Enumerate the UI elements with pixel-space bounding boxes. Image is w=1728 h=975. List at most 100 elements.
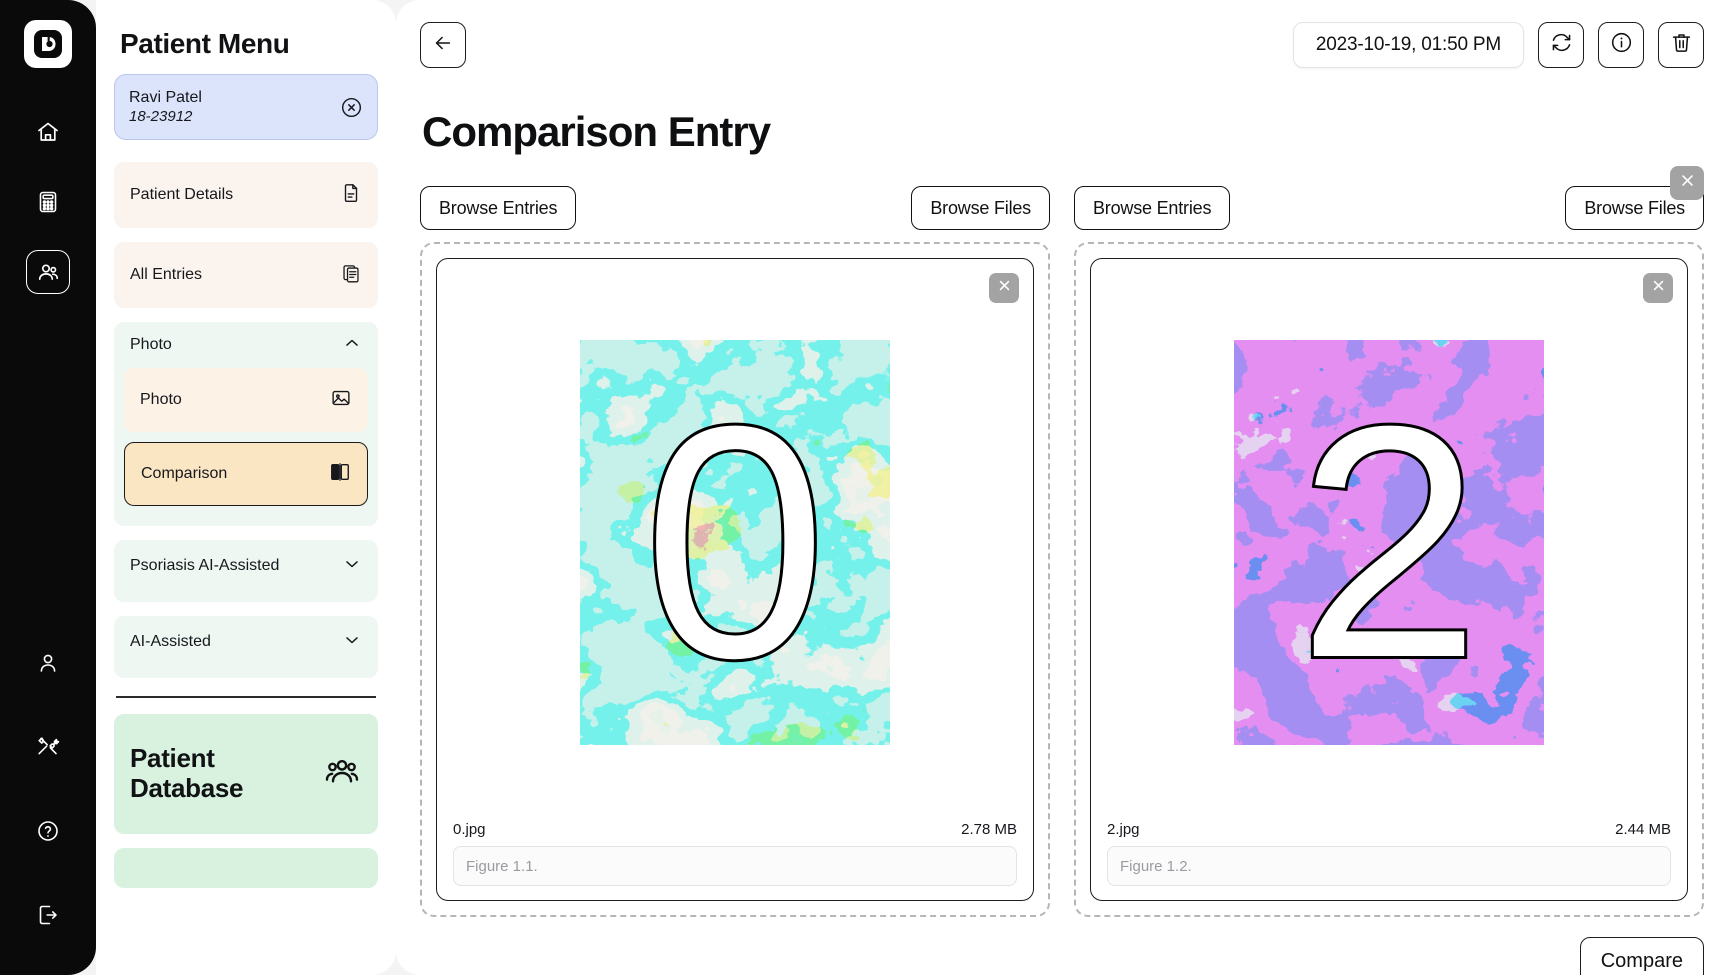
header-actions: 2023-10-19, 01:50 PM [1292,22,1704,68]
close-icon [1678,171,1697,195]
patient-database-label-line2: Database [130,772,244,803]
comparison-panel-left: Browse Entries Browse Files 0 0.jpg 2.78… [420,186,1050,917]
sidebar-group-ai-assisted-header[interactable]: AI-Assisted [114,616,378,668]
compare-action-area: Compare [1579,937,1704,975]
sidebar-group-psoriasis-ai-header[interactable]: Psoriasis AI-Assisted [114,540,378,592]
rail-top-items [26,110,70,294]
comparison-panel-right: Browse Entries Browse Files 2 2.jpg 2.44… [1074,186,1704,917]
home-icon [36,120,60,144]
sidebar-group-ai-assisted: AI-Assisted [114,616,378,678]
patient-identity: Ravi Patel 18-23912 [129,88,202,127]
back-button[interactable] [420,22,466,68]
info-button[interactable] [1598,22,1644,68]
browse-entries-button[interactable]: Browse Entries [420,186,577,230]
app-logo-d-icon[interactable] [24,20,72,68]
rail-item-home[interactable] [26,110,70,154]
rail-bottom-items [26,641,70,937]
refresh-icon [1550,31,1573,59]
file-name: 2.jpg [1107,821,1140,838]
sidebar-item-label: All Entries [130,266,203,283]
comparison-columns: Browse Entries Browse Files 0 0.jpg 2.78… [420,186,1704,917]
file-card: 0 0.jpg 2.78 MB Figure 1.1. [436,258,1034,901]
rail-item-tools[interactable] [26,725,70,769]
browse-files-button[interactable]: Browse Files [911,186,1050,230]
sidebar-item-label: Comparison [141,465,228,482]
chevron-down-icon [342,554,362,579]
remove-file-button[interactable] [1643,273,1673,303]
sidebar-group-label: Photo [130,336,172,353]
image-glyph: 0 [640,357,830,726]
close-comparison-button[interactable] [1670,166,1704,200]
panel-right-dropzone[interactable]: 2 2.jpg 2.44 MB Figure 1.2. [1074,242,1704,917]
file-preview-area: 0 [453,273,1017,811]
sidebar-item-comparison[interactable]: Comparison [124,442,368,506]
close-icon [1650,277,1667,299]
trash-icon [1670,31,1693,59]
image-thumbnail[interactable]: 2 [1234,339,1544,745]
sidebar-item-photo[interactable]: Photo [124,368,368,432]
question-circle-icon [36,819,60,843]
document-icon [340,182,362,209]
arrow-left-icon [432,32,454,59]
file-name: 0.jpg [453,821,486,838]
file-preview-area: 2 [1107,273,1671,811]
patient-name: Ravi Patel [129,88,202,106]
remove-file-button[interactable] [989,273,1019,303]
people-icon [36,260,61,285]
sidebar-group-psoriasis-ai: Psoriasis AI-Assisted [114,540,378,602]
file-size: 2.78 MB [961,821,1017,838]
delete-button[interactable] [1658,22,1704,68]
app-root: Patient Menu Ravi Patel 18-23912 Patient… [0,0,1728,975]
info-circle-icon [1610,31,1633,59]
main-content: 2023-10-19, 01:50 PM Comparison Entry Br… [396,0,1728,975]
compare-button[interactable]: Compare [1579,937,1704,975]
patient-id: 18-23912 [129,107,193,125]
file-meta: 2.jpg 2.44 MB [1107,821,1671,838]
browse-entries-button[interactable]: Browse Entries [1074,186,1231,230]
rail-item-patients[interactable] [26,250,70,294]
patient-database-label-line1: Patient [130,743,215,774]
close-icon [996,277,1013,299]
sidebar-divider [116,696,376,698]
sidebar-group-label: AI-Assisted [130,633,211,650]
page-title: Patient Menu [120,28,290,59]
clipboard-icon [340,262,362,289]
sidebar-group-label: Psoriasis AI-Assisted [130,557,280,574]
caption-input[interactable]: Figure 1.2. [1107,846,1671,886]
selected-patient-card[interactable]: Ravi Patel 18-23912 [114,74,378,140]
timestamp-field[interactable]: 2023-10-19, 01:50 PM [1292,22,1524,68]
tools-icon [36,735,60,759]
people-group-icon [322,751,362,796]
icon-rail [0,0,96,975]
compare-icon [329,461,351,488]
image-icon [330,387,352,414]
sidebar-item-all-entries[interactable]: All Entries [114,242,378,308]
sidebar-group-photo: Photo Photo Comparison [114,322,378,526]
user-icon [36,651,60,675]
rail-item-profile[interactable] [26,641,70,685]
main-header: 2023-10-19, 01:50 PM [420,22,1704,68]
file-meta: 0.jpg 2.78 MB [453,821,1017,838]
panel-left-actions: Browse Entries Browse Files [420,186,1050,230]
panel-left-dropzone[interactable]: 0 0.jpg 2.78 MB Figure 1.1. [420,242,1050,917]
sidebar-group-photo-header[interactable]: Photo [114,322,378,368]
sidebar-item-patient-details[interactable]: Patient Details [114,162,378,228]
calculator-icon [36,190,60,214]
close-circle-icon[interactable] [340,96,363,119]
rail-item-calculator[interactable] [26,180,70,224]
chevron-down-icon [342,630,362,655]
sidebar-item-label: Patient Details [130,186,234,203]
refresh-button[interactable] [1538,22,1584,68]
sidebar-group-photo-body: Photo Comparison [114,368,378,506]
image-glyph: 2 [1294,357,1484,726]
sidebar-item-patient-database[interactable]: Patient Database [114,713,378,834]
rail-item-logout[interactable] [26,893,70,937]
sidebar-item-partial-next[interactable] [114,847,378,888]
image-thumbnail[interactable]: 0 [580,339,890,745]
page-heading: Comparison Entry [422,108,771,155]
rail-item-help[interactable] [26,809,70,853]
file-size: 2.44 MB [1615,821,1671,838]
caption-input[interactable]: Figure 1.1. [453,846,1017,886]
logout-icon [36,903,60,927]
patient-menu-panel: Patient Menu Ravi Patel 18-23912 Patient… [96,0,396,975]
